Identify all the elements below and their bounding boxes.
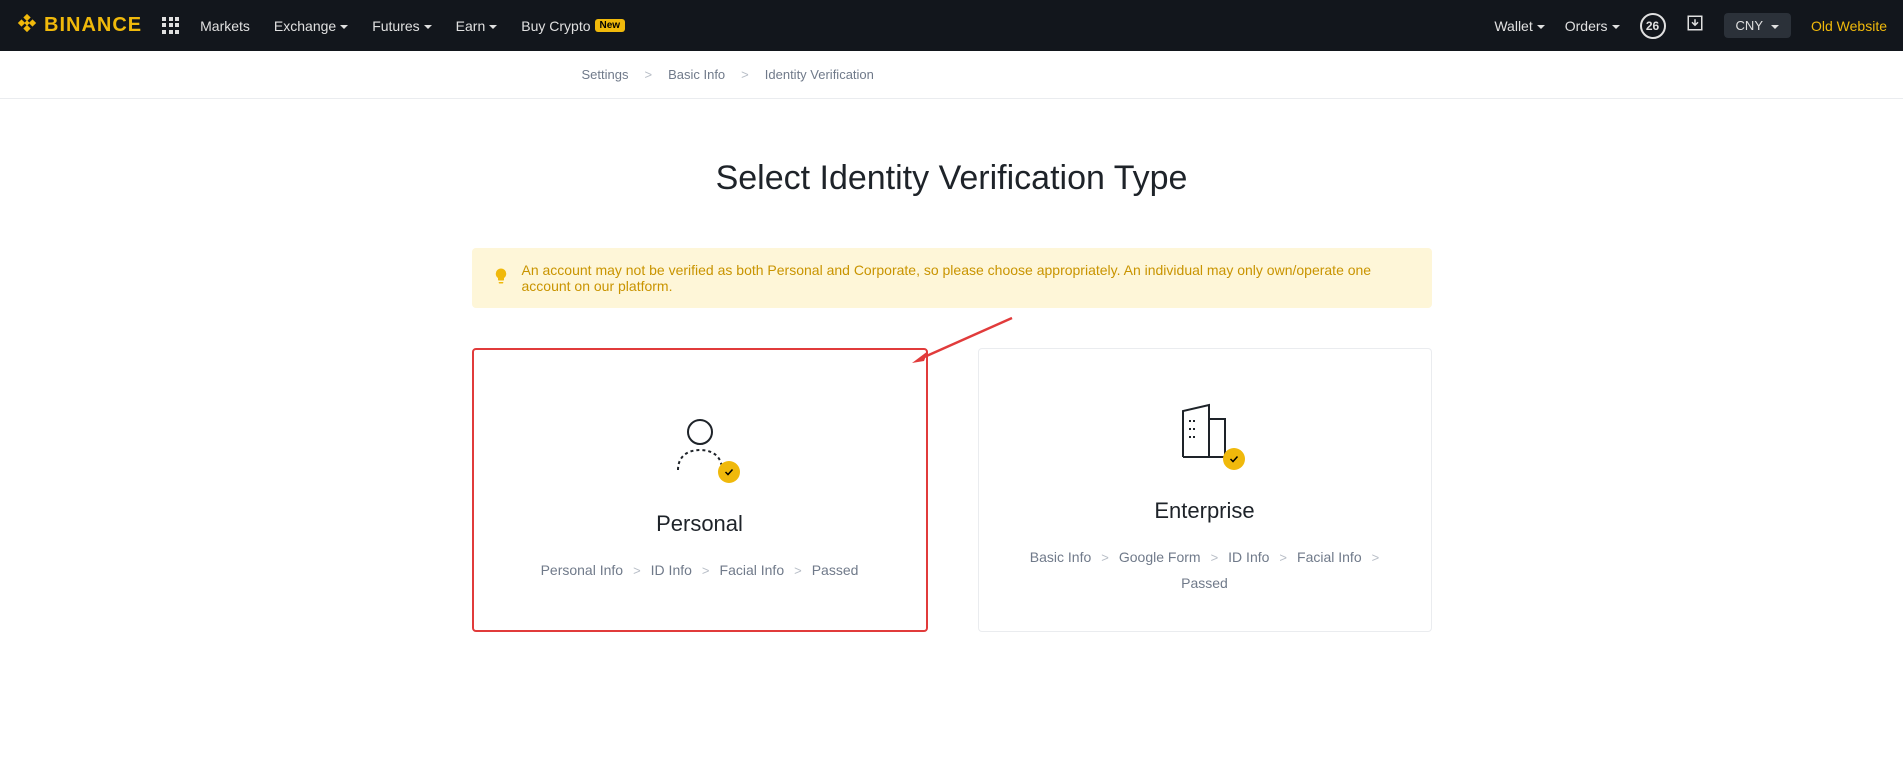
step-separator: > xyxy=(1279,550,1287,565)
wallet-label: Wallet xyxy=(1494,18,1532,34)
person-icon xyxy=(668,412,732,481)
nav-label: Earn xyxy=(456,18,486,34)
step-label: ID Info xyxy=(1228,549,1269,565)
currency-selector[interactable]: CNY xyxy=(1724,13,1791,38)
check-badge-icon xyxy=(1223,448,1245,470)
step-label: Personal Info xyxy=(541,562,624,578)
cards-container: Personal Personal Info > ID Info > Facia… xyxy=(472,348,1432,632)
nav-label: Futures xyxy=(372,18,419,34)
breadcrumb: Settings > Basic Info > Identity Verific… xyxy=(327,67,1577,82)
apps-grid-icon[interactable] xyxy=(162,17,180,35)
old-website-label: Old Website xyxy=(1811,18,1887,34)
enterprise-card-title: Enterprise xyxy=(1154,498,1254,524)
chevron-down-icon xyxy=(424,25,432,29)
nav-earn[interactable]: Earn xyxy=(456,18,498,34)
check-badge-icon xyxy=(718,461,740,483)
nav-exchange[interactable]: Exchange xyxy=(274,18,348,34)
step-label: Passed xyxy=(1181,575,1228,591)
nav-label: Buy Crypto xyxy=(521,18,590,34)
chevron-down-icon xyxy=(1612,25,1620,29)
step-separator: > xyxy=(1372,550,1380,565)
main-content: Select Identity Verification Type An acc… xyxy=(452,99,1452,692)
notification-badge[interactable]: 26 xyxy=(1640,13,1666,39)
brand-logo[interactable]: BINANCE xyxy=(16,12,142,40)
breadcrumb-settings[interactable]: Settings xyxy=(582,67,629,82)
personal-card-title: Personal xyxy=(656,511,743,537)
chevron-down-icon xyxy=(340,25,348,29)
breadcrumb-separator: > xyxy=(644,67,652,82)
info-banner: An account may not be verified as both P… xyxy=(472,248,1432,308)
nav-buy-crypto[interactable]: Buy Crypto New xyxy=(521,18,625,34)
lightbulb-icon xyxy=(492,267,510,290)
enterprise-card[interactable]: Enterprise Basic Info > Google Form > ID… xyxy=(978,348,1432,632)
currency-label: CNY xyxy=(1736,18,1763,33)
step-separator: > xyxy=(702,563,710,578)
step-label: ID Info xyxy=(651,562,692,578)
header-left: BINANCE Markets Exchange Futures Earn xyxy=(16,12,625,40)
personal-card[interactable]: Personal Personal Info > ID Info > Facia… xyxy=(472,348,928,632)
header-right: Wallet Orders 26 CNY Old Website xyxy=(1494,13,1887,39)
step-label: Passed xyxy=(812,562,859,578)
page-title: Select Identity Verification Type xyxy=(472,159,1432,198)
new-badge: New xyxy=(595,19,626,32)
brand-name: BINANCE xyxy=(44,14,142,37)
step-label: Basic Info xyxy=(1030,549,1091,565)
breadcrumb-identity-verification[interactable]: Identity Verification xyxy=(765,67,874,82)
chevron-down-icon xyxy=(1771,25,1779,29)
nav-futures[interactable]: Futures xyxy=(372,18,431,34)
step-separator: > xyxy=(1101,550,1109,565)
building-icon xyxy=(1173,399,1237,468)
wallet-menu[interactable]: Wallet xyxy=(1494,18,1544,34)
notification-count: 26 xyxy=(1646,19,1659,33)
enterprise-steps: Basic Info > Google Form > ID Info > Fac… xyxy=(1009,549,1401,591)
binance-logo-icon xyxy=(16,12,38,40)
nav-label: Exchange xyxy=(274,18,336,34)
main-header: BINANCE Markets Exchange Futures Earn xyxy=(0,0,1903,51)
personal-steps: Personal Info > ID Info > Facial Info > … xyxy=(541,562,859,578)
breadcrumb-basic-info[interactable]: Basic Info xyxy=(668,67,725,82)
orders-menu[interactable]: Orders xyxy=(1565,18,1620,34)
nav-label: Markets xyxy=(200,18,250,34)
step-label: Facial Info xyxy=(720,562,785,578)
download-icon[interactable] xyxy=(1686,14,1704,37)
nav-markets[interactable]: Markets xyxy=(200,18,250,34)
breadcrumb-separator: > xyxy=(741,67,749,82)
old-website-link[interactable]: Old Website xyxy=(1811,18,1887,34)
step-label: Facial Info xyxy=(1297,549,1362,565)
info-text: An account may not be verified as both P… xyxy=(522,262,1412,294)
main-nav: Markets Exchange Futures Earn Buy Crypto… xyxy=(200,18,625,34)
step-separator: > xyxy=(633,563,641,578)
step-label: Google Form xyxy=(1119,549,1201,565)
step-separator: > xyxy=(1211,550,1219,565)
chevron-down-icon xyxy=(489,25,497,29)
breadcrumb-bar: Settings > Basic Info > Identity Verific… xyxy=(0,51,1903,99)
step-separator: > xyxy=(794,563,802,578)
chevron-down-icon xyxy=(1537,25,1545,29)
orders-label: Orders xyxy=(1565,18,1608,34)
